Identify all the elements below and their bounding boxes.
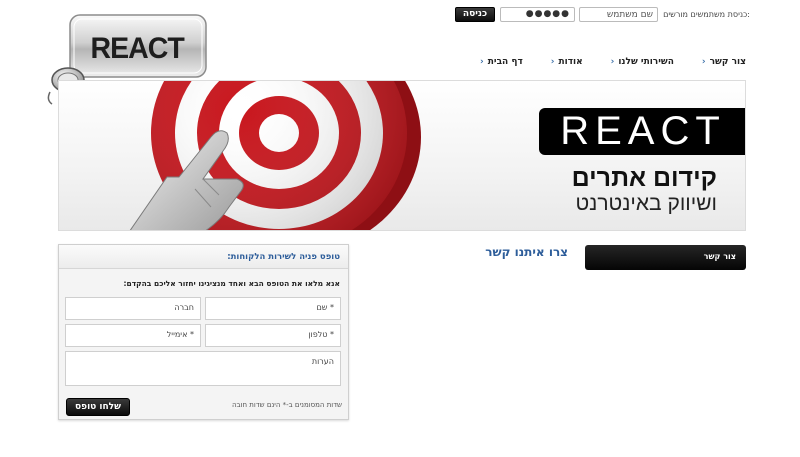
notes-textarea[interactable]: הערות: [65, 351, 341, 386]
nav-item-contact[interactable]: צור קשר‹: [702, 57, 746, 67]
banner-subheadline: ושיווק באינטרנט: [575, 192, 717, 215]
sidebar-tab-contact[interactable]: צור קשר: [585, 245, 746, 270]
logo-text: REACT: [90, 32, 184, 65]
nav-item-services[interactable]: השירותי שלנו‹: [611, 57, 674, 67]
login-bar: כניסת משתמשים מורשים: שם משתמש ●●●●● כני…: [455, 7, 750, 23]
username-input[interactable]: שם משתמש: [579, 7, 658, 22]
chevron-left-icon: ‹: [550, 57, 555, 67]
login-button[interactable]: כניסה: [455, 7, 495, 22]
banner-logo: REACT: [539, 108, 745, 155]
email-field[interactable]: * אימייל: [65, 324, 201, 347]
nav-item-home[interactable]: דף הבית‹: [480, 57, 523, 67]
chevron-left-icon: ‹: [480, 57, 484, 67]
form-intro: אנא מלאו את הטופס הבא ואחד מנציגינו יחזו…: [123, 279, 340, 288]
login-label: כניסת משתמשים מורשים:: [663, 10, 750, 19]
nav-item-about[interactable]: אודות‹: [551, 57, 583, 67]
contact-form: טופס פניה לשירות הלקוחות: אנא מלאו את הט…: [58, 244, 349, 420]
chevron-left-icon: ‹: [610, 57, 615, 67]
name-field[interactable]: * שם: [205, 297, 341, 320]
company-field[interactable]: חברה: [65, 297, 201, 320]
main-nav: דף הבית‹ אודות‹ השירותי שלנו‹ צור קשר‹: [480, 57, 746, 67]
page-title: צרו איתנו קשר: [485, 245, 568, 259]
submit-form-button[interactable]: שלחו טופס: [66, 398, 130, 416]
hero-banner: REACT קידום אתרים ושיווק באינטרנט: [58, 80, 746, 231]
chevron-left-icon: ‹: [701, 57, 706, 67]
target-icon: [129, 81, 421, 230]
password-input[interactable]: ●●●●●: [500, 7, 575, 22]
form-title: טופס פניה לשירות הלקוחות:: [59, 245, 348, 269]
required-fields-note: שדות המסומנים ב-* הינם שדות חובה: [231, 401, 342, 409]
banner-headline: קידום אתרים: [571, 164, 717, 192]
phone-field[interactable]: * טלפון: [205, 324, 341, 347]
